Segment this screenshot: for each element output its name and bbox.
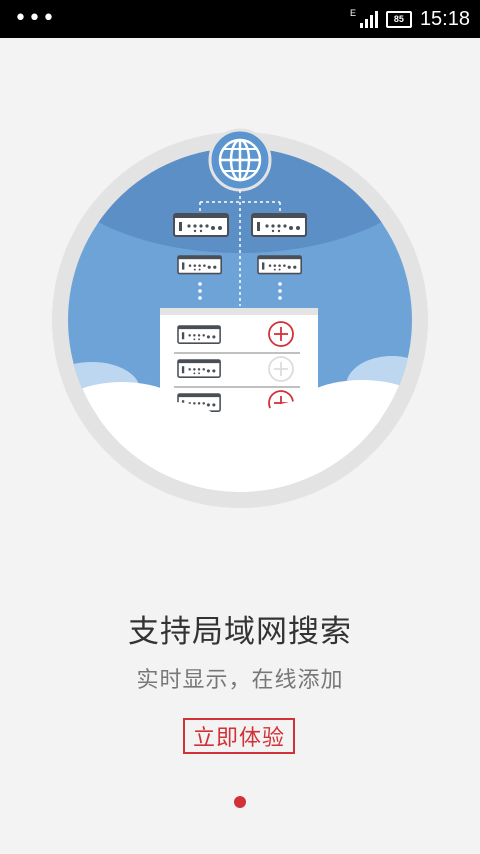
globe-icon (208, 128, 272, 192)
router-icon (251, 213, 307, 237)
network-type: E (349, 8, 356, 18)
signal-icon: E (350, 8, 378, 28)
device-icon (177, 359, 221, 378)
battery-icon: 85 (385, 10, 412, 28)
router-icon (177, 255, 222, 275)
page-title: 支持局域网搜索 (128, 614, 352, 650)
notification-more-icon: ••• (14, 6, 56, 31)
status-bar: ••• E 85 15:18 (0, 0, 480, 38)
lan-search-illustration (52, 128, 428, 508)
page-indicator-dot-active (234, 796, 246, 808)
page-subtitle: 实时显示，在线添加 (136, 668, 344, 693)
page-indicator (0, 796, 480, 808)
status-time: 15:18 (419, 7, 470, 30)
status-bar-right: E 85 15:18 (350, 0, 470, 38)
router-icon (173, 213, 229, 237)
router-icon (257, 255, 303, 275)
try-now-button[interactable]: 立即体验 (183, 718, 295, 754)
device-icon (177, 325, 221, 344)
battery-level: 85 (393, 14, 404, 24)
